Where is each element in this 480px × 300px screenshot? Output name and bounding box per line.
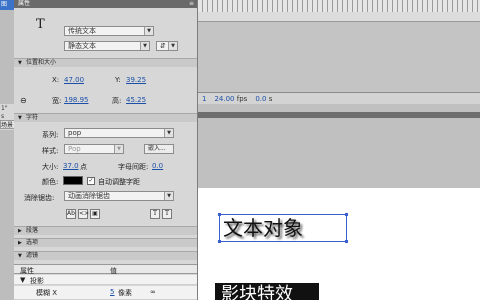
embed-button[interactable]: 嵌入...	[144, 144, 174, 154]
left-dock	[0, 0, 14, 300]
menu-icon[interactable]: ≡	[189, 0, 194, 8]
chevron-down-icon: ▼	[168, 42, 177, 50]
timeline-status-bar: 1 24.00 fps 0.0 s	[198, 92, 480, 104]
expand-triangle-icon: ▼	[20, 276, 26, 284]
size-label: 大小:	[42, 163, 59, 171]
size-unit: 点	[80, 163, 87, 171]
section-filters[interactable]: ▼ 滤镜	[14, 251, 197, 260]
time-unit: s	[268, 94, 273, 103]
section-options[interactable]: ▶ 选项	[14, 238, 197, 247]
font-family-value: pop	[68, 129, 82, 137]
chevron-down-icon: ▼	[140, 42, 149, 50]
selectable-icon[interactable]: Ab	[66, 209, 76, 219]
text-type-value: 传统文本	[68, 27, 96, 35]
filter-row-blur[interactable]: 模糊 X 5 像素 ∞	[14, 286, 197, 300]
current-frame[interactable]: 1	[202, 95, 206, 103]
frame-rate[interactable]: 24.00	[214, 95, 234, 103]
autokern-checkbox[interactable]: ✓	[87, 177, 95, 185]
font-family-select[interactable]: pop ▼	[64, 128, 174, 138]
letter-spacing-value[interactable]: 0.0	[152, 162, 163, 170]
x-label: X:	[52, 76, 60, 84]
collapse-triangle-icon: ▼	[18, 60, 22, 66]
color-swatch[interactable]	[63, 176, 83, 185]
superscript-icon[interactable]: T	[150, 209, 160, 219]
expand-triangle-icon: ▶	[18, 240, 22, 246]
width-label: 宽:	[52, 97, 62, 105]
left-dock-tab[interactable]: 图	[0, 0, 14, 10]
antialias-label: 消除锯齿:	[24, 194, 55, 202]
text-object-selected[interactable]: 文本对象	[218, 213, 348, 243]
filter-grid-header: 属性 值	[14, 264, 197, 275]
autokern-label: 自动调整字距	[98, 178, 140, 186]
color-label: 颜色:	[42, 178, 59, 186]
text-type-select[interactable]: 传统文本 ▼	[64, 26, 154, 36]
resize-handle[interactable]	[345, 213, 348, 216]
section-position-size[interactable]: ▼ 位置和大小	[14, 58, 197, 67]
size-value[interactable]: 37.0	[63, 162, 79, 170]
y-value[interactable]: 39.25	[126, 76, 146, 84]
height-label: 高:	[112, 97, 122, 105]
font-style-select[interactable]: Pop ▼	[64, 144, 124, 154]
chevron-down-icon: ▼	[164, 192, 173, 200]
height-value[interactable]: 45.25	[126, 96, 146, 104]
elapsed-time[interactable]: 0.0	[255, 95, 266, 103]
panel-divider[interactable]	[198, 112, 480, 118]
section-filters-label: 滤镜	[26, 252, 39, 259]
blur-value[interactable]: 5	[110, 288, 114, 296]
chevron-down-icon: ▼	[114, 145, 123, 153]
resize-handle[interactable]	[345, 240, 348, 243]
resize-handle[interactable]	[218, 240, 221, 243]
html-render-icon[interactable]: <>	[78, 209, 89, 219]
chevron-down-icon: ▼	[144, 27, 153, 35]
expand-triangle-icon: ▶	[18, 228, 22, 234]
properties-panel: 属性 ≡ T 传统文本 ▼ 静态文本 ▼ ⇵ ▼ ▼ 位置和大小 X: 47.00 Y:…	[14, 0, 198, 300]
style-label: 样式:	[42, 147, 59, 155]
collapse-triangle-icon: ▼	[18, 253, 22, 259]
link-icon[interactable]: ∞	[150, 288, 156, 296]
blur-unit: 像素	[118, 289, 132, 297]
section-position-label: 位置和大小	[26, 59, 57, 66]
subscript-icon[interactable]: T	[162, 209, 172, 219]
letter-spacing-label: 字母间距:	[118, 163, 149, 171]
blur-label: 模糊 X	[36, 289, 58, 297]
text-mode-select[interactable]: 静态文本 ▼	[64, 41, 150, 51]
border-icon[interactable]: ▣	[90, 209, 100, 219]
filter-row-dropshadow[interactable]: ▼ 投影	[14, 275, 197, 285]
family-label: 系列:	[42, 131, 59, 139]
antialias-select[interactable]: 动画消除锯齿 ▼	[64, 191, 174, 201]
section-options-label: 选项	[26, 239, 39, 246]
timeline-frames[interactable]	[198, 0, 480, 12]
fps-unit: fps	[236, 94, 248, 103]
collapse-triangle-icon: ▼	[18, 115, 22, 121]
width-value[interactable]: 198.95	[64, 96, 89, 104]
section-paragraph[interactable]: ▶ 段落	[14, 226, 197, 235]
panel-title-bar: 属性 ≡	[14, 0, 197, 8]
text-object-content[interactable]: 文本对象	[223, 215, 303, 241]
antialias-value: 动画消除锯齿	[68, 192, 110, 200]
panel-title: 属性	[18, 0, 31, 7]
x-value[interactable]: 47.00	[64, 76, 84, 84]
app-window: 1 24.00 fps 0.0 s 文本对象 影块特效 图 1" s 场景 属性…	[0, 0, 480, 300]
y-label: Y:	[115, 76, 121, 84]
section-character[interactable]: ▼ 字符	[14, 113, 197, 122]
filter-name: 投影	[30, 277, 44, 285]
resize-handle[interactable]	[218, 213, 221, 216]
section-character-label: 字符	[26, 114, 39, 121]
text-mode-value: 静态文本	[68, 42, 96, 50]
text-orientation-icon: ⇵	[160, 42, 166, 50]
section-paragraph-label: 段落	[26, 227, 39, 234]
timeline-layer-row[interactable]	[198, 12, 480, 22]
text-object-black-content[interactable]: 影块特效	[221, 286, 293, 300]
chevron-down-icon: ▼	[164, 129, 173, 137]
font-style-value: Pop	[68, 145, 81, 153]
link-icon[interactable]: ⊖	[20, 96, 27, 105]
text-tool-icon: T	[36, 17, 45, 32]
text-object-black[interactable]: 影块特效	[215, 283, 319, 300]
text-orientation-select[interactable]: ⇵ ▼	[156, 41, 178, 51]
